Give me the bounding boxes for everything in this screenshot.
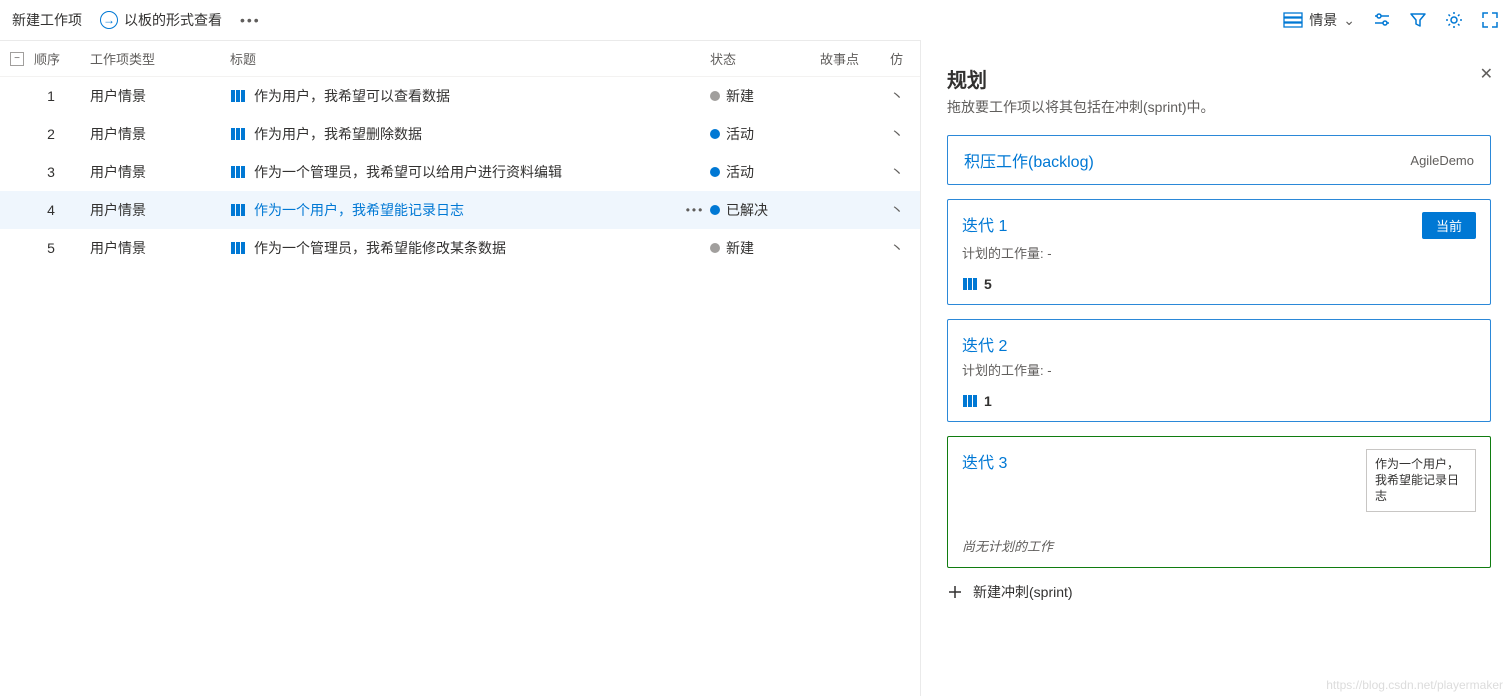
workitem-title-link[interactable]: 作为一个管理员，我希望可以给用户进行资料编辑 <box>254 162 562 182</box>
row-state-label: 活动 <box>726 124 754 144</box>
sprint-box[interactable]: 迭代 1 当前计划的工作量: - 5 <box>947 199 1491 305</box>
col-title-header[interactable]: 标题 <box>230 49 710 68</box>
backlog-title: 积压工作(backlog) <box>964 148 1094 172</box>
grid-header: − 顺序 工作项类型 标题 状态 故事点 仿 <box>0 41 920 77</box>
userstory-icon <box>962 394 978 408</box>
panel-subtitle: 拖放要工作项以将其包括在冲刺(sprint)中。 <box>947 97 1491 117</box>
gear-icon[interactable] <box>1445 11 1463 29</box>
state-dot-icon <box>710 205 720 215</box>
table-row[interactable]: 3用户情景 作为一个管理员，我希望可以给用户进行资料编辑 活动 丶 <box>0 153 920 191</box>
sprint-box[interactable]: 迭代 2 计划的工作量: - 1 <box>947 319 1491 422</box>
sprint-subtitle: 计划的工作量: - <box>962 243 1476 262</box>
backlog-box[interactable]: 积压工作(backlog) AgileDemo <box>947 135 1491 185</box>
state-dot-icon <box>710 167 720 177</box>
row-order: 3 <box>4 164 90 180</box>
userstory-icon <box>230 203 246 217</box>
col-state-header[interactable]: 状态 <box>710 49 820 68</box>
sprint-title: 迭代 1 <box>962 212 1007 236</box>
chevron-down-icon: ⌄ <box>1343 12 1355 29</box>
row-type: 用户情景 <box>90 124 230 144</box>
sprint-box[interactable]: 迭代 3 作为一个用户，我希望能记录日志尚无计划的工作 <box>947 436 1491 568</box>
row-type: 用户情景 <box>90 162 230 182</box>
table-row[interactable]: 5用户情景 作为一个管理员，我希望能修改某条数据 新建 丶 <box>0 229 920 267</box>
row-extra: 丶 <box>890 162 910 182</box>
userstory-icon <box>962 277 978 291</box>
row-state: 新建 <box>710 86 820 106</box>
userstory-icon <box>230 241 246 255</box>
workitem-title-link[interactable]: 作为一个用户，我希望能记录日志 <box>254 200 464 220</box>
row-state-label: 活动 <box>726 162 754 182</box>
new-workitem-button[interactable]: 新建工作项 <box>12 10 82 30</box>
arrow-right-icon: → <box>100 11 118 29</box>
userstory-icon <box>230 165 246 179</box>
state-dot-icon <box>710 243 720 253</box>
state-dot-icon <box>710 129 720 139</box>
table-row[interactable]: 2用户情景 作为用户，我希望删除数据 活动 丶 <box>0 115 920 153</box>
new-sprint-label: 新建冲刺(sprint) <box>973 582 1073 602</box>
backlog-level-icon <box>1283 12 1303 28</box>
col-order-header[interactable]: 顺序 <box>30 49 90 68</box>
row-state-label: 已解决 <box>726 200 768 220</box>
new-workitem-label: 新建工作项 <box>12 10 82 30</box>
col-extra-header[interactable]: 仿 <box>890 49 910 68</box>
row-order: 2 <box>4 126 90 142</box>
row-type: 用户情景 <box>90 200 230 220</box>
workitem-title-link[interactable]: 作为用户，我希望可以查看数据 <box>254 86 450 106</box>
row-state-label: 新建 <box>726 238 754 258</box>
panel-title: 规划 <box>947 64 1491 93</box>
userstory-icon <box>230 127 246 141</box>
collapse-all-toggle[interactable]: − <box>10 52 24 66</box>
backlog-level-label: 情景 <box>1309 10 1337 30</box>
sprint-empty-label: 尚无计划的工作 <box>962 536 1476 555</box>
workitem-title-link[interactable]: 作为一个管理员，我希望能修改某条数据 <box>254 238 506 258</box>
row-order: 1 <box>4 88 90 104</box>
sprint-subtitle: 计划的工作量: - <box>962 360 1476 379</box>
userstory-icon <box>230 89 246 103</box>
sprint-current-badge: 当前 <box>1422 212 1476 239</box>
table-row[interactable]: 4用户情景 作为一个用户，我希望能记录日志 ••• 已解决 丶 <box>0 191 920 229</box>
row-extra: 丶 <box>890 200 910 220</box>
row-state: 已解决 <box>710 200 820 220</box>
col-type-header[interactable]: 工作项类型 <box>90 49 230 68</box>
row-order: 5 <box>4 240 90 256</box>
close-icon[interactable]: ✕ <box>1480 64 1493 84</box>
row-extra: 丶 <box>890 124 910 144</box>
col-storypoints-header[interactable]: 故事点 <box>820 49 890 68</box>
row-state: 新建 <box>710 238 820 258</box>
row-state: 活动 <box>710 124 820 144</box>
row-extra: 丶 <box>890 238 910 258</box>
row-type: 用户情景 <box>90 238 230 258</box>
row-state-label: 新建 <box>726 86 754 106</box>
new-sprint-button[interactable]: 新建冲刺(sprint) <box>947 582 1491 602</box>
row-type: 用户情景 <box>90 86 230 106</box>
drag-card[interactable]: 作为一个用户，我希望能记录日志 <box>1366 449 1476 512</box>
watermark: https://blog.csdn.net/playermaker <box>1326 678 1503 692</box>
backlog-team: AgileDemo <box>1410 153 1474 168</box>
sliders-icon[interactable] <box>1373 11 1391 29</box>
row-extra: 丶 <box>890 86 910 106</box>
sprint-count: 1 <box>984 393 992 409</box>
sprint-title: 迭代 2 <box>962 332 1007 356</box>
view-as-board-label: 以板的形式查看 <box>124 10 222 30</box>
expand-icon[interactable] <box>1481 11 1499 29</box>
row-more-icon[interactable]: ••• <box>680 203 710 217</box>
plus-icon <box>947 584 963 600</box>
more-actions-icon[interactable]: ••• <box>240 12 261 28</box>
row-state: 活动 <box>710 162 820 182</box>
row-order: 4 <box>4 202 90 218</box>
table-row[interactable]: 1用户情景 作为用户，我希望可以查看数据 新建 丶 <box>0 77 920 115</box>
view-as-board-button[interactable]: → 以板的形式查看 <box>100 10 222 30</box>
sprint-title: 迭代 3 <box>962 449 1007 473</box>
state-dot-icon <box>710 91 720 101</box>
workitem-title-link[interactable]: 作为用户，我希望删除数据 <box>254 124 422 144</box>
backlog-level-selector[interactable]: 情景 ⌄ <box>1283 10 1355 30</box>
filter-icon[interactable] <box>1409 11 1427 29</box>
sprint-count: 5 <box>984 276 992 292</box>
